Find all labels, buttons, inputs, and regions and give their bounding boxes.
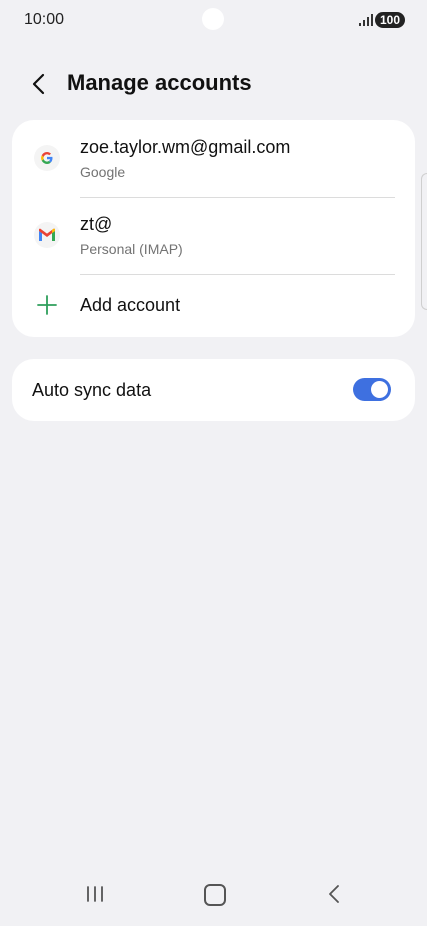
gmail-icon bbox=[34, 222, 60, 248]
add-account-label: Add account bbox=[80, 295, 181, 315]
signal-icon bbox=[359, 14, 373, 26]
page-title: Manage accounts bbox=[67, 70, 252, 95]
auto-sync-row[interactable]: Auto sync data bbox=[12, 359, 415, 421]
auto-sync-label: Auto sync data bbox=[32, 380, 152, 400]
accounts-list: zoe.taylor.wm@gmail.com Google zt@ Perso… bbox=[12, 120, 415, 337]
back-arrow-icon bbox=[32, 73, 45, 95]
battery-indicator: 100 bbox=[374, 12, 405, 28]
edge-panel-handle[interactable] bbox=[421, 173, 427, 310]
app-header: Manage accounts bbox=[0, 60, 427, 108]
account-item-imap[interactable]: zt@ Personal (IMAP) bbox=[12, 197, 415, 274]
account-email: zoe.taylor.wm@gmail.com bbox=[80, 137, 291, 157]
account-type: Personal (IMAP) bbox=[80, 241, 183, 257]
account-item-google[interactable]: zoe.taylor.wm@gmail.com Google bbox=[12, 120, 415, 197]
google-icon bbox=[34, 145, 60, 171]
toggle-knob bbox=[371, 381, 388, 398]
status-bar: 10:00 100 bbox=[0, 0, 427, 40]
account-email: zt@ bbox=[80, 214, 113, 234]
navigation-bar bbox=[0, 866, 427, 926]
account-type: Google bbox=[80, 164, 126, 180]
plus-icon bbox=[37, 295, 57, 315]
recent-apps-button[interactable] bbox=[84, 884, 106, 904]
home-button[interactable] bbox=[204, 884, 226, 906]
add-account-button[interactable]: Add account bbox=[12, 274, 415, 337]
nav-back-button[interactable] bbox=[326, 883, 342, 905]
front-camera bbox=[202, 8, 224, 30]
back-button[interactable] bbox=[24, 70, 52, 98]
auto-sync-toggle[interactable] bbox=[353, 378, 391, 401]
status-time: 10:00 bbox=[24, 11, 65, 28]
